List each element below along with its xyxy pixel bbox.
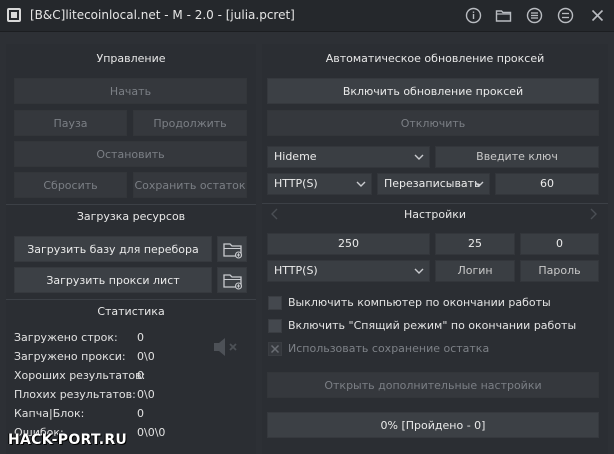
protocol-value: HTTP(S) [274,177,318,190]
threads-input[interactable]: 250 [267,233,430,255]
retries-input[interactable]: 0 [520,233,599,255]
update-interval-input[interactable]: 60 [495,173,599,195]
proxy-password-input[interactable]: Пароль [520,260,599,282]
stat-value: 0 [137,331,144,344]
x-check-icon [270,344,280,354]
chevron-down-icon [473,178,485,190]
proxy-mode-select[interactable]: Перезаписывать [377,173,490,195]
title-bar: [B&C]litecoinlocal.net - M - 2.0 - [juli… [0,0,614,32]
save-rest-checkbox[interactable]: Использовать сохранение остатка [268,340,598,358]
control-header: Управление [96,52,166,65]
folder-icon [223,243,243,259]
save-rest-button[interactable]: Сохранить остаток [133,172,247,198]
protocol-value: HTTP(S) [274,264,318,277]
stat-value: 0\0 [137,350,155,363]
stat-label: Загружено строк: [14,331,118,344]
stat-label: Капча|Блок: [14,407,85,420]
reset-button[interactable]: Сбросить [14,172,127,198]
proxy-update-protocol-select[interactable]: HTTP(S) [267,173,372,195]
close-icon[interactable] [589,7,606,24]
chevron-right-icon[interactable] [588,207,598,221]
stat-value: 0 [137,369,144,382]
resources-header: Загрузка ресурсов [76,210,186,223]
proxy-login-input[interactable]: Логин [435,260,515,282]
settings-header: Настройки [403,208,467,221]
app-icon [7,8,21,22]
load-base-button[interactable]: Загрузить базу для перебора [14,236,212,262]
api-key-input[interactable]: Введите ключ [435,146,599,168]
stat-value: 0\0 [137,388,155,401]
chevron-down-icon [413,151,425,163]
folder-icon [223,274,243,290]
speaker-muted-icon[interactable] [212,335,242,359]
load-base-folder-button[interactable] [217,236,247,262]
chevron-down-icon [413,265,425,277]
load-proxy-button[interactable]: Загрузить прокси лист [14,267,212,293]
info-icon[interactable] [465,7,482,24]
stat-value: 0\0\0 [137,426,166,439]
start-button[interactable]: Начать [14,78,247,104]
watermark: HACK-PORT.RU [8,432,128,448]
menu-icon[interactable] [557,7,574,24]
stat-label: Плохих результатов: [14,388,136,401]
disable-proxy-update-button[interactable]: Отключить [267,110,599,136]
pause-button[interactable]: Пауза [14,110,127,136]
stat-label: Загружено прокси: [14,350,126,363]
timeout-input[interactable]: 25 [435,233,515,255]
progress-bar: 0% [Пройдено - 0] [267,412,599,438]
sleep-mode-checkbox[interactable]: Включить "Спящий режим" по окончании раб… [268,317,598,335]
checkbox-label: Выключить компьютер по окончании работы [288,296,551,309]
continue-button[interactable]: Продолжить [133,110,247,136]
chevron-down-icon [355,178,367,190]
proxy-source-select[interactable]: Hideme [267,146,430,168]
checkbox-box[interactable] [268,296,282,310]
checkbox-label: Включить "Спящий режим" по окончании раб… [288,319,577,332]
enable-proxy-update-button[interactable]: Включить обновление проксей [267,78,599,104]
load-proxy-folder-button[interactable] [217,267,247,293]
proxy-update-header: Автоматическое обновление проксей [325,52,545,65]
window-title: [B&C]litecoinlocal.net - M - 2.0 - [juli… [30,8,295,22]
checkbox-label: Использовать сохранение остатка [288,342,490,355]
checkbox-box[interactable] [268,319,282,333]
stat-label: Хороших результатов: [14,369,146,382]
shutdown-checkbox[interactable]: Выключить компьютер по окончании работы [268,294,598,312]
mode-value: Перезаписывать [384,177,481,190]
stop-button[interactable]: Остановить [14,141,247,167]
proxy-source-value: Hideme [274,150,317,163]
divider [6,299,256,300]
settings-protocol-select[interactable]: HTTP(S) [267,260,430,282]
checkbox-box[interactable] [268,342,282,356]
list-icon[interactable] [526,7,543,24]
stat-value: 0 [137,407,144,420]
advanced-settings-button[interactable]: Открыть дополнительные настройки [267,372,599,398]
folder-icon[interactable] [495,7,512,24]
stats-header: Статистика [97,305,165,318]
divider [6,204,256,205]
